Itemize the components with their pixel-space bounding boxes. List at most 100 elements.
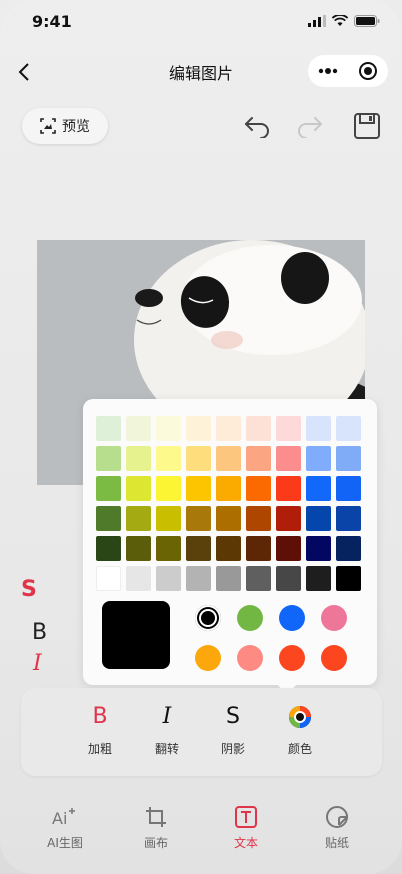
color-cell[interactable] [126,506,151,531]
tab-label: AI生图 [47,836,83,850]
image-preview-icon [40,118,56,134]
save-button[interactable] [351,110,383,142]
sample-shadow-text[interactable]: S [21,577,37,602]
color-cell[interactable] [156,506,181,531]
color-cell[interactable] [246,476,271,501]
color-cell[interactable] [276,536,301,561]
color-cell[interactable] [246,536,271,561]
more-dots-icon [318,68,338,74]
color-cell[interactable] [186,536,211,561]
shadow-label: 阴影 [220,742,245,756]
color-cell[interactable] [306,446,331,471]
color-cell[interactable] [306,416,331,441]
color-cell[interactable] [186,446,211,471]
tab-text[interactable]: 文本 [211,804,281,851]
color-cell[interactable] [96,446,121,471]
preset-color-dot[interactable] [195,645,221,671]
color-cell[interactable] [336,446,361,471]
color-cell[interactable] [156,566,181,591]
editor-screen: 9:41 编辑图片 预览 S B I B 加粗 I 翻转 S 阴影 颜色 Ai … [0,0,402,874]
color-cell[interactable] [156,536,181,561]
ai-sparkle-icon: Ai [52,808,75,828]
sample-bold-text[interactable]: B [32,620,47,645]
color-cell[interactable] [186,506,211,531]
color-cell[interactable] [156,446,181,471]
color-cell[interactable] [336,536,361,561]
color-cell[interactable] [186,476,211,501]
crop-icon [146,807,166,827]
color-cell[interactable] [306,506,331,531]
color-cell[interactable] [216,446,241,471]
color-cell[interactable] [156,416,181,441]
color-cell[interactable] [156,476,181,501]
tab-sticker[interactable]: 贴纸 [302,804,372,851]
color-cell[interactable] [306,476,331,501]
color-cell[interactable] [336,476,361,501]
nav-bar: 编辑图片 [0,50,402,94]
color-cell[interactable] [96,416,121,441]
redo-button[interactable] [294,110,326,142]
redo-icon [298,117,322,138]
preset-color-dot[interactable] [279,645,305,671]
color-cell[interactable] [276,476,301,501]
color-grid [96,416,361,591]
color-cell[interactable] [246,416,271,441]
preset-color-dot[interactable] [321,645,347,671]
color-cell[interactable] [306,566,331,591]
mini-program-capsule [308,55,388,87]
wifi-icon [332,15,348,26]
color-cell[interactable] [96,536,121,561]
color-cell[interactable] [126,416,151,441]
bottom-tab-bar: Ai AI生图 画布 文本 贴纸 [0,800,402,860]
color-cell[interactable] [126,446,151,471]
color-option[interactable]: 颜色 [275,702,325,757]
tab-label: 贴纸 [324,836,349,850]
close-miniprogram-button[interactable] [348,55,388,87]
color-cell[interactable] [336,416,361,441]
color-cell[interactable] [276,566,301,591]
color-cell[interactable] [336,506,361,531]
text-style-panel: B 加粗 I 翻转 S 阴影 颜色 [21,688,382,776]
undo-button[interactable] [241,110,273,142]
preview-label: 预览 [62,119,90,135]
preview-button[interactable]: 预览 [22,108,108,144]
shadow-glyph: S [226,704,240,729]
signal-icon [308,15,326,27]
color-cell[interactable] [126,566,151,591]
color-cell[interactable] [246,506,271,531]
preset-colors [195,605,347,671]
color-cell[interactable] [276,416,301,441]
more-button[interactable] [308,55,348,87]
color-cell[interactable] [126,536,151,561]
bold-label: 加粗 [87,742,112,756]
preset-color-dot[interactable] [321,605,347,631]
color-cell[interactable] [276,506,301,531]
color-cell[interactable] [306,536,331,561]
sample-italic-text[interactable]: I [33,651,42,676]
preset-color-dot[interactable] [195,605,221,631]
color-cell[interactable] [96,476,121,501]
color-cell[interactable] [216,506,241,531]
bold-glyph: B [92,704,108,729]
color-cell[interactable] [216,566,241,591]
color-cell[interactable] [246,446,271,471]
color-cell[interactable] [216,416,241,441]
color-cell[interactable] [246,566,271,591]
color-cell[interactable] [186,416,211,441]
color-cell[interactable] [216,536,241,561]
tab-ai-image[interactable]: Ai AI生图 [30,804,100,851]
preset-color-dot[interactable] [237,645,263,671]
color-cell[interactable] [336,566,361,591]
italic-option[interactable]: I 翻转 [142,702,192,757]
color-cell[interactable] [96,506,121,531]
preset-color-dot[interactable] [237,605,263,631]
tab-canvas[interactable]: 画布 [121,804,191,851]
shadow-option[interactable]: S 阴影 [208,702,258,757]
color-cell[interactable] [216,476,241,501]
color-cell[interactable] [96,566,121,591]
color-cell[interactable] [276,446,301,471]
color-cell[interactable] [126,476,151,501]
preset-color-dot[interactable] [279,605,305,631]
color-cell[interactable] [186,566,211,591]
bold-option[interactable]: B 加粗 [75,702,125,757]
